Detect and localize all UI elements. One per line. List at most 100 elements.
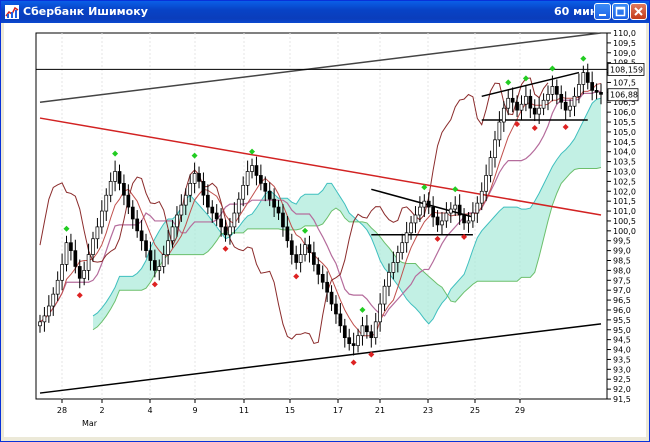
candle-body bbox=[294, 254, 299, 263]
candle-body bbox=[484, 175, 488, 192]
candle-body bbox=[139, 230, 144, 242]
y-tick-label: 104,5 bbox=[613, 138, 636, 147]
candle-body bbox=[166, 240, 170, 255]
candle-body bbox=[214, 212, 219, 220]
candle-body bbox=[42, 315, 47, 323]
x-tick-label: 11 bbox=[239, 406, 249, 415]
y-tick-label: 99,0 bbox=[613, 247, 631, 256]
close-icon bbox=[634, 7, 643, 16]
candle-body bbox=[206, 194, 210, 208]
candle-body bbox=[117, 171, 122, 184]
candle-body bbox=[113, 171, 117, 182]
candle-body bbox=[228, 226, 232, 236]
candle-body bbox=[303, 244, 307, 255]
y-tick-label: 92,0 bbox=[613, 385, 631, 394]
candle-body bbox=[409, 222, 413, 234]
candle-body bbox=[334, 303, 338, 315]
y-tick-label: 103,5 bbox=[613, 158, 636, 167]
candle-body bbox=[46, 305, 51, 317]
candle-body bbox=[404, 232, 409, 244]
last-price-tag: 108,159 bbox=[607, 63, 645, 76]
candle-body bbox=[60, 264, 64, 281]
x-tick-label: 9 bbox=[192, 406, 197, 415]
candle-body bbox=[356, 335, 360, 346]
y-tick-label: 100,0 bbox=[613, 227, 636, 236]
candle-body bbox=[285, 226, 290, 242]
candle-body bbox=[559, 93, 564, 103]
y-tick-label: 105,0 bbox=[613, 128, 636, 137]
x-tick-label: 25 bbox=[470, 406, 480, 415]
price-chart[interactable]: 110,0109,5109,0108,5108,0107,5107,0106,5… bbox=[4, 23, 646, 437]
candle-body bbox=[387, 272, 391, 287]
close-button[interactable] bbox=[630, 3, 647, 20]
candle-body bbox=[466, 220, 471, 224]
candle-body bbox=[378, 303, 382, 323]
candle-body bbox=[219, 218, 223, 228]
y-tick-label: 102,0 bbox=[613, 187, 636, 196]
candle-body bbox=[245, 171, 250, 186]
y-tick-label: 94,5 bbox=[613, 336, 631, 345]
candle-body bbox=[188, 183, 193, 196]
candle-body bbox=[568, 105, 572, 111]
candle-body bbox=[369, 331, 374, 339]
candle-body bbox=[519, 103, 524, 111]
candle-body bbox=[91, 238, 95, 255]
candle-body bbox=[329, 291, 334, 305]
candle-body bbox=[99, 210, 104, 228]
candle-body bbox=[77, 266, 82, 279]
title-bar[interactable]: Сбербанк Ишимоку 60 минут bbox=[1, 1, 649, 23]
candle-body bbox=[104, 194, 109, 212]
candle-body bbox=[395, 252, 400, 263]
last-price-label: 108,159 bbox=[610, 65, 643, 74]
candle-body bbox=[422, 200, 427, 208]
candle-body bbox=[413, 214, 418, 224]
candle-body bbox=[254, 165, 259, 176]
candle-body bbox=[351, 343, 356, 346]
candle-body bbox=[86, 254, 91, 271]
candle-body bbox=[51, 293, 56, 307]
candle-body bbox=[223, 226, 228, 236]
candle-body bbox=[183, 194, 188, 206]
minimize-button[interactable] bbox=[594, 3, 611, 20]
candle-body bbox=[73, 250, 78, 267]
candle-body bbox=[135, 218, 140, 232]
candle-body bbox=[108, 181, 113, 196]
candle-body bbox=[554, 86, 559, 95]
candle-body bbox=[64, 242, 69, 265]
candle-body bbox=[418, 206, 422, 216]
current-price-label: 106,88 bbox=[610, 91, 638, 100]
y-tick-label: 96,5 bbox=[613, 296, 631, 305]
candle-body bbox=[175, 214, 179, 228]
candle-body bbox=[391, 262, 396, 273]
chart-window: Сбербанк Ишимоку 60 минут 110,0 109,5 109,… bbox=[0, 0, 650, 442]
x-tick-label: 2 bbox=[99, 406, 104, 415]
maximize-button[interactable] bbox=[612, 3, 629, 20]
candle-body bbox=[594, 90, 599, 93]
candle-body bbox=[148, 250, 153, 261]
x-tick-label: 17 bbox=[333, 406, 343, 415]
candle-body bbox=[236, 198, 241, 214]
candle-body bbox=[532, 107, 537, 115]
y-tick-label: 91,5 bbox=[613, 395, 631, 404]
chart-app-icon bbox=[5, 5, 19, 19]
y-tick-label: 97,5 bbox=[613, 276, 631, 285]
candle-body bbox=[210, 206, 215, 214]
candle-body bbox=[153, 260, 157, 271]
candle-body bbox=[298, 254, 303, 263]
candle-body bbox=[440, 220, 444, 226]
candle-body bbox=[431, 206, 435, 218]
candle-body bbox=[122, 183, 126, 196]
candle-body bbox=[82, 270, 87, 279]
x-tick-label: 15 bbox=[285, 406, 295, 415]
y-tick-label: 95,5 bbox=[613, 316, 631, 325]
candle-body bbox=[130, 206, 135, 220]
x-tick-label: 23 bbox=[423, 406, 433, 415]
candle-body bbox=[320, 274, 325, 283]
candle-body bbox=[462, 214, 466, 224]
candle-body bbox=[69, 242, 73, 251]
candle-body bbox=[241, 184, 246, 200]
candle-body bbox=[144, 240, 148, 251]
candle-body bbox=[493, 139, 497, 158]
y-tick-label: 99,5 bbox=[613, 237, 631, 246]
candle-body bbox=[585, 72, 590, 83]
